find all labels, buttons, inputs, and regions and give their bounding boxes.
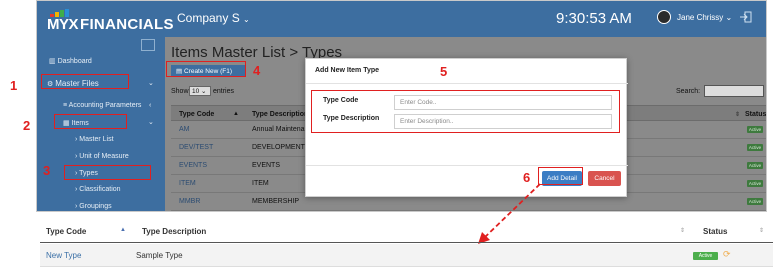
- chevron-down-icon: ⌄: [201, 88, 207, 95]
- annotation-box-master-files: [41, 74, 129, 89]
- chevron-down-icon: ⌄: [148, 80, 154, 87]
- sidebar-item-label: Master List: [79, 136, 114, 143]
- column-header-type-code[interactable]: Type Code: [46, 227, 86, 236]
- refresh-icon[interactable]: ⟳: [766, 142, 767, 151]
- type-code-cell[interactable]: DEV/TEST: [179, 144, 213, 151]
- column-header-type-description[interactable]: Type Description: [142, 227, 206, 236]
- type-description-cell: Sample Type: [136, 251, 183, 260]
- divider: [306, 165, 628, 166]
- sort-icon[interactable]: ⇕: [735, 111, 740, 118]
- logo-prefix: MYX: [47, 16, 79, 33]
- status-badge: Active: [747, 180, 763, 187]
- type-code-cell[interactable]: EVENTS: [179, 162, 207, 169]
- annotation-number: 3: [43, 163, 51, 178]
- chevron-left-icon: ‹: [149, 102, 152, 109]
- annotation-box-items: [54, 114, 127, 129]
- result-table-header: Type Code ▲ Type Description ⇕ Status ⇕: [40, 221, 773, 243]
- table-row[interactable]: New Type Sample Type Active ⟳: [40, 244, 773, 267]
- chevron-right-icon: ›: [75, 186, 78, 193]
- sidebar-item-classification[interactable]: › Classification: [75, 186, 121, 193]
- status-badge: Active: [747, 126, 763, 133]
- cancel-button[interactable]: Cancel: [588, 171, 621, 186]
- sort-icon[interactable]: ⇕: [680, 227, 685, 234]
- user-name: Jane Chrissy: [677, 13, 724, 22]
- chevron-down-icon: ⌄: [243, 15, 250, 24]
- refresh-icon[interactable]: ⟳: [766, 178, 767, 187]
- sidebar-item-label: Classification: [79, 186, 121, 193]
- chart-icon: ▥: [49, 58, 56, 65]
- search-label: Search:: [676, 88, 701, 95]
- sidebar-item-label: Unit of Measure: [79, 153, 129, 160]
- logout-icon[interactable]: [739, 10, 753, 24]
- sidebar-item-master-list[interactable]: › Master List: [75, 136, 114, 143]
- company-selector[interactable]: Company S ⌄: [177, 11, 250, 25]
- annotation-number: 5: [440, 64, 448, 79]
- chevron-right-icon: ›: [75, 136, 78, 143]
- list-icon: ≡: [63, 102, 68, 109]
- chevron-down-icon: ⌄: [148, 119, 154, 126]
- refresh-icon[interactable]: ⟳: [766, 124, 767, 133]
- top-bar: MYX FINANCIALS Company S ⌄ 9:30:53 AM Ja…: [37, 1, 766, 37]
- type-code-cell[interactable]: MMBR: [179, 198, 200, 205]
- type-code-cell[interactable]: AM: [179, 126, 190, 133]
- clock: 9:30:53 AM: [556, 10, 632, 27]
- refresh-icon[interactable]: ⟳: [723, 249, 731, 260]
- chevron-down-icon: ⌄: [725, 13, 733, 22]
- refresh-icon[interactable]: ⟳: [766, 160, 767, 169]
- sidebar-item-label: Groupings: [79, 203, 112, 210]
- refresh-icon[interactable]: ⟳: [766, 196, 767, 205]
- type-code-cell[interactable]: ITEM: [179, 180, 196, 187]
- annotation-box-types: [64, 165, 151, 180]
- sort-icon[interactable]: ⇕: [759, 227, 764, 234]
- status-badge: Active: [747, 144, 763, 151]
- sidebar-item-label: Dashboard: [57, 58, 92, 65]
- chevron-right-icon: ›: [75, 203, 78, 210]
- status-badge: Active: [693, 252, 718, 260]
- sort-up-icon[interactable]: ▲: [233, 111, 239, 117]
- divider: [306, 83, 628, 84]
- chevron-right-icon: ›: [75, 153, 78, 160]
- column-header-type-description[interactable]: Type Description: [252, 111, 308, 118]
- search-input[interactable]: [704, 85, 764, 97]
- annotation-number: 2: [23, 118, 31, 133]
- sidebar-item-label: Accounting Parameters: [68, 102, 142, 109]
- sort-up-icon[interactable]: ▲: [120, 227, 126, 233]
- column-header-status[interactable]: Status: [745, 111, 766, 118]
- logo-suffix: FINANCIALS: [80, 16, 174, 33]
- type-description-cell: EVENTS: [252, 162, 281, 169]
- modal-title: Add New Item Type: [315, 67, 380, 74]
- annotation-number: 1: [10, 78, 18, 93]
- logo: MYX FINANCIALS: [47, 9, 174, 33]
- sidebar-toggle-icon[interactable]: [141, 39, 155, 51]
- avatar[interactable]: [657, 10, 671, 24]
- sidebar-item-groupings[interactable]: › Groupings: [75, 203, 112, 210]
- page-size-value: 10: [192, 88, 200, 95]
- status-badge: Active: [747, 198, 763, 205]
- sidebar-item-unit-of-measure[interactable]: › Unit of Measure: [75, 153, 129, 160]
- user-menu[interactable]: Jane Chrissy ⌄: [677, 13, 732, 22]
- type-description-cell: ITEM: [252, 180, 269, 187]
- type-code-cell[interactable]: New Type: [46, 251, 81, 260]
- column-header-status[interactable]: Status: [703, 227, 727, 236]
- column-header-type-code[interactable]: Type Code: [179, 111, 214, 118]
- type-description-cell: MEMBERSHIP: [252, 198, 300, 205]
- status-badge: Active: [747, 162, 763, 169]
- entries-label: entries: [213, 88, 235, 95]
- company-name: Company S: [177, 11, 240, 25]
- sidebar-item-dashboard[interactable]: ▥ Dashboard: [49, 57, 92, 65]
- page-size-select[interactable]: 10 ⌄: [189, 86, 211, 96]
- annotation-box-form-fields: [311, 90, 620, 133]
- sidebar-item-accounting-parameters[interactable]: ≡ Accounting Parameters: [63, 102, 141, 109]
- annotation-number: 4: [253, 63, 261, 78]
- show-label: Show: [171, 88, 189, 95]
- annotation-box-create-new: [166, 61, 246, 77]
